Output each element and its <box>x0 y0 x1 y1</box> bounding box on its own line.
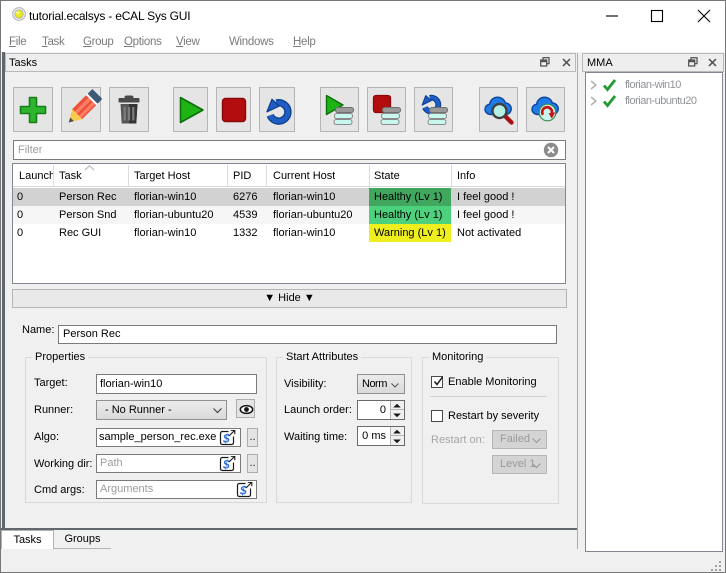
svg-text:$: $ <box>239 484 247 498</box>
svg-text:$: $ <box>222 432 230 446</box>
svg-text:$: $ <box>222 458 230 472</box>
